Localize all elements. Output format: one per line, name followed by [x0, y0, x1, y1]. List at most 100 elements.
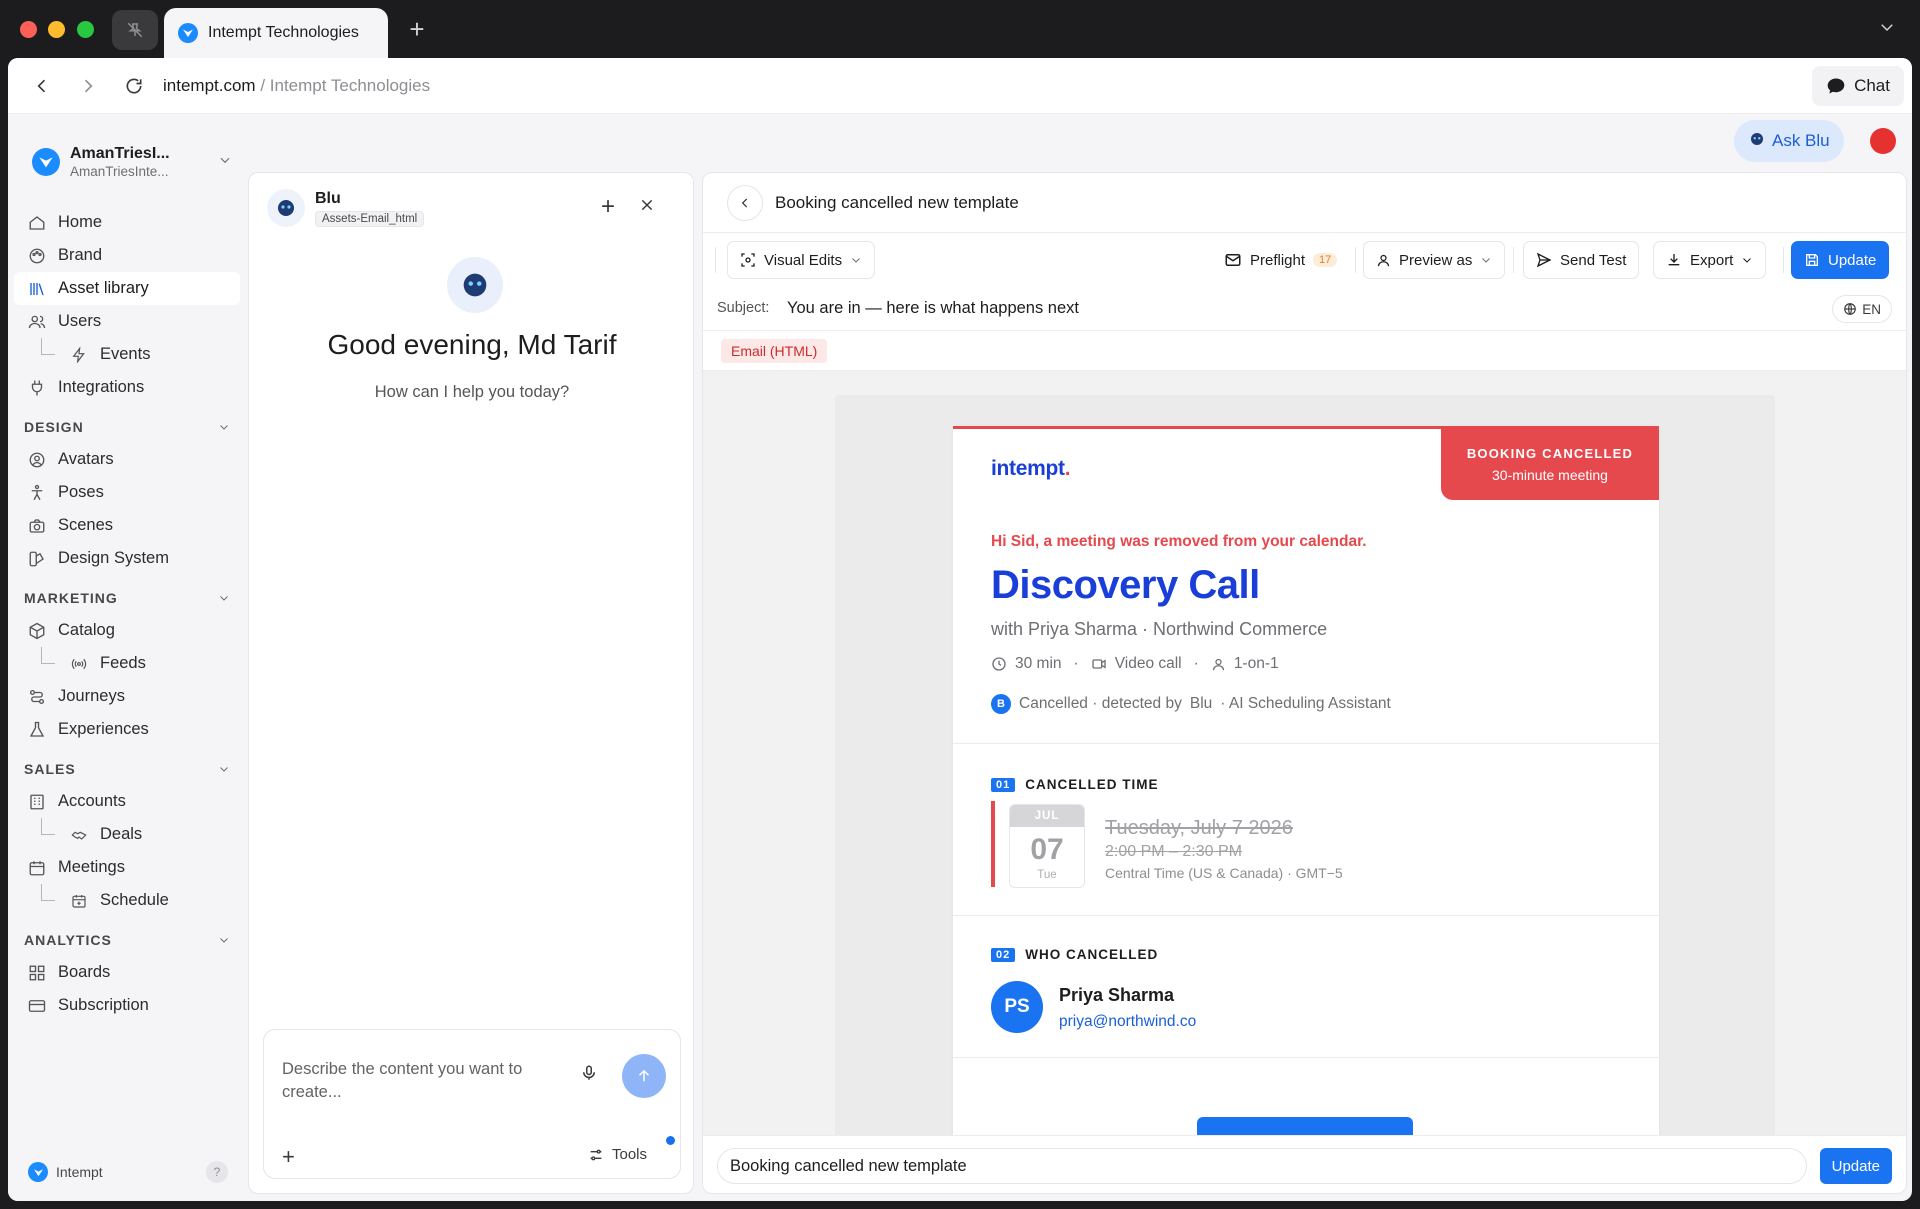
- intempt-logo-icon: [178, 23, 198, 43]
- sidebar-item-design-system[interactable]: Design System: [14, 542, 240, 575]
- close-panel-button[interactable]: [639, 193, 655, 219]
- update-button[interactable]: Update: [1791, 241, 1890, 279]
- chevron-down-icon: [220, 937, 228, 943]
- new-chat-button[interactable]: +: [601, 193, 615, 221]
- ask-blu-button[interactable]: Ask Blu: [1734, 120, 1844, 162]
- user-icon: [1377, 254, 1390, 266]
- tools-label: Tools: [612, 1146, 648, 1163]
- editor-back-button[interactable]: [727, 185, 763, 221]
- preview-as-button[interactable]: Preview as: [1363, 241, 1506, 279]
- sidebar-item-label: Asset library: [58, 279, 149, 297]
- sidebar-item-catalog[interactable]: Catalog: [14, 614, 240, 647]
- section-sales[interactable]: SALES: [14, 752, 240, 785]
- active-browser-tab[interactable]: Intempt Technologies: [164, 8, 388, 58]
- send-test-button[interactable]: Send Test: [1523, 241, 1640, 279]
- sidebar-item-feeds[interactable]: Feeds: [14, 647, 240, 680]
- sidebar-item-integrations[interactable]: Integrations: [14, 371, 240, 404]
- editor-title: Booking cancelled new template: [775, 193, 1019, 212]
- person-email-link[interactable]: priya@northwind.co: [1059, 1013, 1196, 1031]
- workspace-switcher[interactable]: AmanTriesI... AmanTriesInte...: [32, 140, 232, 184]
- sidebar-item-avatars[interactable]: Avatars: [14, 443, 240, 476]
- sidebar-item-home[interactable]: Home: [14, 206, 240, 239]
- chevron-left-icon: [741, 198, 748, 208]
- tab-bar: Intempt Technologies +: [0, 0, 1920, 58]
- url-field[interactable]: intempt.com / Intempt Technologies: [163, 76, 430, 96]
- toolbar-divider: [1513, 247, 1514, 273]
- pinned-tab[interactable]: [112, 10, 158, 50]
- sidebar-item-events[interactable]: Events: [14, 338, 240, 371]
- minimize-window-button[interactable]: [48, 21, 65, 38]
- sidebar-item-label: Feeds: [100, 654, 146, 672]
- calendar-month: JUL: [1010, 805, 1084, 827]
- language-selector[interactable]: EN: [1832, 295, 1892, 323]
- tools-button[interactable]: Tools: [588, 1146, 647, 1163]
- sidebar-item-poses[interactable]: Poses: [14, 476, 240, 509]
- sidebar-item-users[interactable]: Users: [14, 305, 240, 338]
- email-cta-button[interactable]: [1197, 1117, 1413, 1135]
- send-button[interactable]: [622, 1054, 666, 1098]
- attach-button[interactable]: +: [282, 1144, 295, 1170]
- cancel-status: B Cancelled · detected by Blu · AI Sched…: [991, 694, 1391, 714]
- meta-separator: ·: [1193, 655, 1199, 672]
- back-nav-button[interactable]: [28, 72, 56, 100]
- sidebar-footer: Intempt ?: [28, 1161, 228, 1183]
- preflight-button[interactable]: Preflight 17: [1211, 241, 1351, 279]
- section-analytics[interactable]: ANALYTICS: [14, 923, 240, 956]
- user-avatar[interactable]: [1870, 128, 1896, 154]
- card-icon: [28, 997, 46, 1015]
- sidebar-item-schedule[interactable]: Schedule: [14, 884, 240, 917]
- reload-button[interactable]: [120, 72, 148, 100]
- sidebar-item-label: Catalog: [58, 621, 115, 639]
- sidebar-item-label: Experiences: [58, 720, 149, 738]
- blu-robot-icon: [278, 200, 294, 216]
- sidebar-item-brand[interactable]: Brand: [14, 239, 240, 272]
- sidebar-item-meetings[interactable]: Meetings: [14, 851, 240, 884]
- sidebar-item-label: Scenes: [58, 516, 114, 534]
- save-icon: [1806, 254, 1818, 266]
- template-name-input[interactable]: Booking cancelled new template: [717, 1148, 1807, 1184]
- chat-button[interactable]: Chat: [1812, 66, 1904, 106]
- visual-edits-button[interactable]: Visual Edits: [727, 241, 876, 279]
- chat-input[interactable]: Describe the content you want to create.…: [282, 1058, 582, 1104]
- sidebar-item-subscription[interactable]: Subscription: [14, 989, 240, 1022]
- sidebar-item-journeys[interactable]: Journeys: [14, 680, 240, 713]
- chat-panel-header: Blu Assets-Email_html: [267, 189, 425, 227]
- sidebar-item-accounts[interactable]: Accounts: [14, 785, 240, 818]
- building-icon: [28, 793, 46, 811]
- meta-type: 1-on-1: [1233, 655, 1279, 672]
- blu-robot-icon: [463, 273, 487, 297]
- tab-list-chevron-icon[interactable]: [1878, 18, 1896, 41]
- close-window-button[interactable]: [20, 21, 37, 38]
- editor-bottom-bar: Booking cancelled new template Update: [703, 1135, 1906, 1193]
- section-design[interactable]: DESIGN: [14, 410, 240, 443]
- intempt-logo-icon: [32, 148, 60, 176]
- template-editor: Booking cancelled new template Visual Ed…: [702, 172, 1907, 1194]
- bottom-update-button[interactable]: Update: [1819, 1148, 1892, 1184]
- subject-input[interactable]: You are in — here is what happens next: [787, 299, 1079, 318]
- microphone-button[interactable]: [580, 1064, 598, 1087]
- chevron-right-icon: [84, 79, 93, 93]
- help-button[interactable]: ?: [206, 1161, 228, 1183]
- sidebar-item-label: Meetings: [58, 858, 125, 876]
- forward-nav-button[interactable]: [74, 72, 102, 100]
- new-tab-button[interactable]: +: [402, 14, 432, 44]
- sidebar-item-deals[interactable]: Deals: [14, 818, 240, 851]
- agent-badge: B: [991, 694, 1011, 714]
- sidebar-item-asset-library[interactable]: Asset library: [14, 272, 240, 305]
- export-button[interactable]: Export: [1653, 241, 1767, 279]
- sidebar-item-boards[interactable]: Boards: [14, 956, 240, 989]
- maximize-window-button[interactable]: [77, 21, 94, 38]
- sidebar-item-experiences[interactable]: Experiences: [14, 713, 240, 746]
- preflight-count-badge: 17: [1313, 253, 1338, 267]
- arrow-up-icon: [638, 1069, 650, 1082]
- workspace-sub: AmanTriesInte...: [70, 164, 169, 179]
- sidebar-item-scenes[interactable]: Scenes: [14, 509, 240, 542]
- users-icon: [28, 313, 46, 331]
- sidebar-item-label: Journeys: [58, 687, 125, 705]
- toolbar-divider: [1783, 247, 1784, 273]
- section-label: SALES: [24, 760, 76, 777]
- section-marketing[interactable]: MARKETING: [14, 581, 240, 614]
- section-title: WHO CANCELLED: [1025, 947, 1159, 962]
- chevron-down-icon: [218, 153, 232, 172]
- library-icon: [28, 280, 46, 298]
